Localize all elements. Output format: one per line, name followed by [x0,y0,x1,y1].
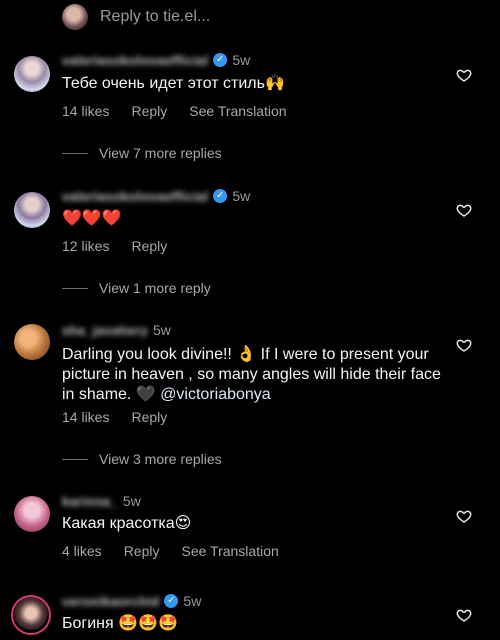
comment-actions: 14 likes Reply [62,409,189,425]
heart-outline-icon[interactable] [456,607,472,623]
comment-text: ❤️❤️❤️ [62,210,122,227]
timestamp: 5w [232,188,251,204]
timestamp: 5w [122,493,141,509]
view-replies-button[interactable]: View 1 more reply [62,280,211,296]
view-replies-button[interactable]: View 7 more replies [62,145,222,161]
comment-meta: sha_javahery 5w [62,322,171,338]
verified-badge-icon: ✓ [213,53,228,67]
comment-text: Богиня 🤩🤩🤩 [62,615,178,632]
avatar[interactable] [14,56,50,92]
heart-outline-icon[interactable] [456,508,472,524]
comment-text: Тебе очень идет этот стиль🙌 [62,75,285,92]
comment-text: Darling you look divine!! 👌 If I were to… [62,345,442,405]
avatar[interactable] [14,324,50,360]
likes-count[interactable]: 12 likes [62,238,109,254]
likes-count[interactable]: 14 likes [62,409,109,425]
reply-button[interactable]: Reply [131,238,167,254]
likes-count[interactable]: 14 likes [62,103,109,119]
view-replies-label: View 3 more replies [99,451,222,467]
reply-button[interactable]: Reply [131,103,167,119]
verified-badge-icon: ✓ [213,189,228,203]
comment-actions: 4 likes Reply See Translation [62,543,301,559]
comment-meta: valeriasokolovaofficial ✓ 5w [62,52,250,68]
username[interactable]: sha_javahery [62,323,148,338]
reply-button[interactable]: Reply [124,543,160,559]
username[interactable]: valeriasokolovaofficial [62,189,208,204]
timestamp: 5w [183,593,202,609]
reply-button[interactable]: Reply [131,409,167,425]
view-replies-button[interactable]: View 3 more replies [62,451,222,467]
view-replies-label: View 1 more reply [99,280,211,296]
comment-meta: veronikaorchid ✓ 5w [62,593,201,609]
comment-meta: valeriasokolovaofficial ✓ 5w [62,188,250,204]
comment-meta: karinna_ 5w [62,493,141,509]
heart-outline-icon[interactable] [456,67,472,83]
avatar-story-ring[interactable] [11,595,51,635]
reply-avatar [62,4,88,30]
comment-actions: 14 likes Reply See Translation [62,103,309,119]
view-replies-label: View 7 more replies [99,145,222,161]
heart-outline-icon[interactable] [456,202,472,218]
comment-actions: 12 likes Reply [62,238,189,254]
avatar[interactable] [14,192,50,228]
username[interactable]: veronikaorchid [62,594,159,609]
divider-line [62,458,88,460]
timestamp: 5w [232,52,251,68]
heart-outline-icon[interactable] [456,337,472,353]
divider-line [62,287,88,289]
divider-line [62,152,88,154]
username[interactable]: karinna_ [62,494,118,509]
comment-text: Какая красотка😍 [62,515,192,532]
timestamp: 5w [153,322,171,338]
likes-count[interactable]: 4 likes [62,543,102,559]
see-translation-button[interactable]: See Translation [181,543,278,559]
avatar[interactable] [14,496,50,532]
verified-badge-icon: ✓ [164,594,179,608]
username[interactable]: valeriasokolovaofficial [62,53,208,68]
mention-link[interactable]: @victoriabonya [160,386,271,403]
reply-to-bar[interactable]: Reply to tie.el... [62,2,210,32]
reply-to-label: Reply to tie.el... [100,8,211,25]
see-translation-button[interactable]: See Translation [189,103,286,119]
